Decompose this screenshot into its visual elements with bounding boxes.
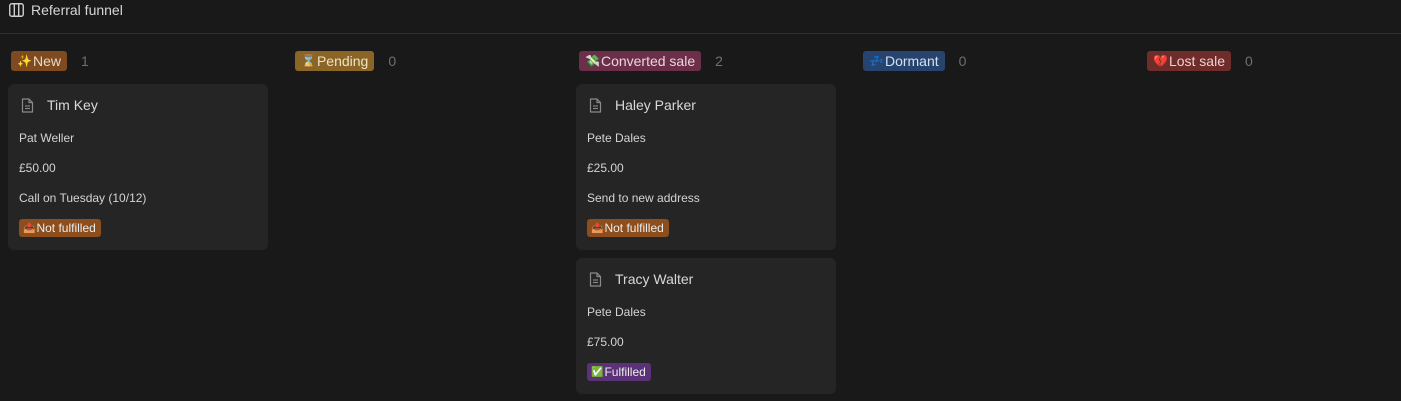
page-icon <box>21 98 36 115</box>
column-count: 2 <box>715 53 723 69</box>
amount-property: £25.00 <box>587 161 624 175</box>
card-haley-parker[interactable]: Haley Parker Pete Dales £25.00 Send to n… <box>576 84 836 250</box>
fulfillment-status-badge: 📤 Not fulfilled <box>587 219 669 237</box>
column-header-dormant[interactable]: 💤 Dormant 0 <box>863 51 1120 71</box>
card-title: Haley Parker <box>615 96 696 113</box>
page-icon <box>589 272 604 289</box>
fulfillment-status-label: Not fulfilled <box>604 221 664 235</box>
hourglass-icon: ⌛ <box>301 54 316 68</box>
view-title[interactable]: Referral funnel <box>31 2 123 18</box>
status-tag-pending[interactable]: ⌛ Pending <box>295 51 375 71</box>
column-dormant: 💤 Dormant 0 <box>860 51 1120 71</box>
card-title: Tracy Walter <box>615 270 694 287</box>
amount-property: £50.00 <box>19 161 56 175</box>
status-tag-dormant[interactable]: 💤 Dormant <box>863 51 945 71</box>
card-tracy-walter[interactable]: Tracy Walter Pete Dales £75.00 ✅ Fulfill… <box>576 258 836 394</box>
column-header-converted-sale[interactable]: 💸 Converted sale 2 <box>579 51 836 71</box>
view-header: Referral funnel <box>0 0 1401 34</box>
referrer-property: Pete Dales <box>587 131 646 145</box>
status-tag-new[interactable]: ✨ New <box>11 51 67 71</box>
status-tag-converted-sale[interactable]: 💸 Converted sale <box>579 51 702 71</box>
note-property: Call on Tuesday (10/12) <box>19 191 147 205</box>
board-view: Referral funnel ✨ New 1 ⌛ Pending 0 💸 Co… <box>0 0 1401 401</box>
status-label: Pending <box>316 53 369 69</box>
status-label: New <box>32 53 61 69</box>
column-count: 0 <box>958 53 967 69</box>
fulfillment-status-badge: ✅ Fulfilled <box>587 363 651 381</box>
card-title: Tim Key <box>47 96 98 113</box>
status-label: Lost sale <box>1168 53 1225 69</box>
fulfillment-status-badge: 📤 Not fulfilled <box>19 219 101 237</box>
column-count: 0 <box>388 53 397 69</box>
fulfillment-status-label: Fulfilled <box>604 365 646 379</box>
status-tag-lost-sale[interactable]: 💔 Lost sale <box>1147 51 1231 71</box>
page-icon <box>589 98 604 115</box>
check-mark-icon: ✅ <box>591 366 604 378</box>
referrer-property: Pat Weller <box>19 131 75 145</box>
outbox-tray-icon: 📤 <box>591 222 604 234</box>
status-label: Converted sale <box>600 53 696 69</box>
column-count: 0 <box>1245 53 1253 69</box>
referrer-property: Pete Dales <box>587 305 646 319</box>
column-count: 1 <box>80 53 89 69</box>
note-property: Send to new address <box>587 191 700 205</box>
zzz-icon: 💤 <box>869 54 884 68</box>
column-lost-sale: 💔 Lost sale 0 <box>1144 51 1401 71</box>
money-with-wings-icon: 💸 <box>585 54 600 68</box>
column-new: ✨ New 1 <box>8 51 268 71</box>
column-converted-sale: 💸 Converted sale 2 <box>576 51 836 71</box>
fulfillment-status-label: Not fulfilled <box>36 221 96 235</box>
outbox-tray-icon: 📤 <box>23 222 36 234</box>
status-label: Dormant <box>884 53 939 69</box>
card-tim-key[interactable]: Tim Key Pat Weller £50.00 Call on Tuesda… <box>8 84 268 250</box>
board-view-icon[interactable] <box>9 2 24 17</box>
sparkles-icon: ✨ <box>17 54 32 68</box>
amount-property: £75.00 <box>587 335 624 349</box>
column-header-lost-sale[interactable]: 💔 Lost sale 0 <box>1147 51 1401 71</box>
column-header-new[interactable]: ✨ New 1 <box>11 51 268 71</box>
broken-heart-icon: 💔 <box>1153 54 1168 68</box>
column-pending: ⌛ Pending 0 <box>292 51 552 71</box>
column-header-pending[interactable]: ⌛ Pending 0 <box>295 51 552 71</box>
